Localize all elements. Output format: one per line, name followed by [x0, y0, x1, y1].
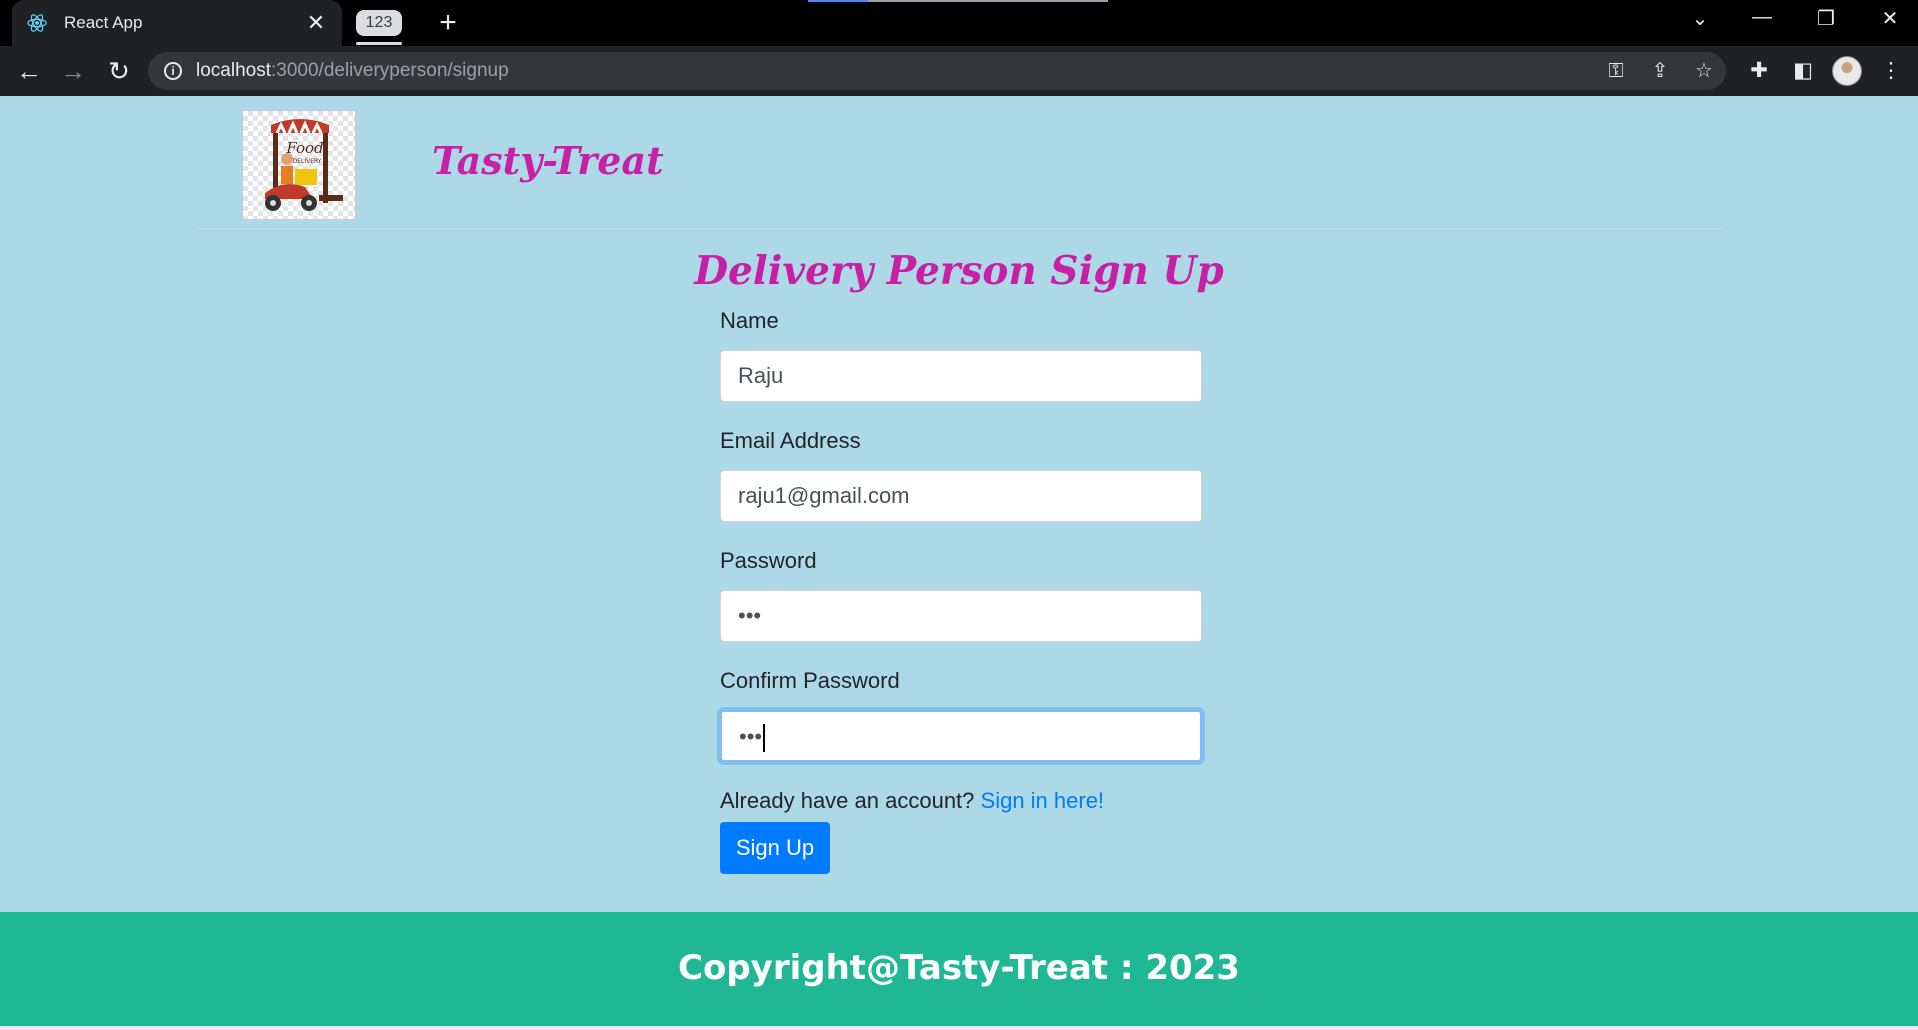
- back-arrow-icon[interactable]: ←: [14, 57, 44, 87]
- signin-link[interactable]: Sign in here!: [981, 788, 1105, 813]
- password-input[interactable]: •••: [720, 590, 1202, 642]
- signup-button[interactable]: Sign Up: [720, 822, 830, 874]
- site-navbar: Food DELIVERY Tasty-Treat: [196, 96, 1724, 230]
- share-icon[interactable]: ⇪: [1648, 60, 1672, 84]
- signup-form: Name Raju Email Address raju1@gmail.com …: [720, 308, 1202, 874]
- password-label: Password: [720, 548, 817, 573]
- site-footer: Copyright@Tasty-Treat : 2023: [0, 912, 1918, 1026]
- new-tab-icon[interactable]: +: [432, 6, 464, 40]
- name-input[interactable]: Raju: [720, 350, 1202, 402]
- signin-prompt: Already have an account? Sign in here!: [720, 788, 1202, 814]
- side-panel-icon[interactable]: ◧: [1790, 59, 1816, 85]
- page-title: Delivery Person Sign Up: [694, 248, 1224, 294]
- tab-group-underline: [356, 42, 402, 45]
- url-path: :3000/deliveryperson/signup: [271, 60, 509, 81]
- reload-icon[interactable]: ↻: [104, 57, 134, 87]
- forward-arrow-icon[interactable]: →: [58, 57, 88, 87]
- close-window-icon[interactable]: ✕: [1870, 6, 1910, 31]
- tab-search-chevron-icon[interactable]: ⌄: [1680, 6, 1720, 31]
- site-logo[interactable]: Food DELIVERY: [242, 110, 356, 220]
- url-host: localhost: [196, 60, 271, 81]
- text-caret: [763, 724, 766, 753]
- bookmark-star-icon[interactable]: ☆: [1692, 60, 1716, 84]
- copyright-text: Copyright@Tasty-Treat : 2023: [678, 948, 1240, 988]
- browser-tab-active[interactable]: React App ✕: [12, 0, 342, 46]
- site-info-icon[interactable]: i: [164, 62, 182, 80]
- confirm-password-label: Confirm Password: [720, 668, 900, 693]
- confirm-password-input[interactable]: •••: [720, 710, 1202, 762]
- logo-text-food: Food: [285, 139, 323, 157]
- email-label: Email Address: [720, 428, 861, 453]
- profile-avatar[interactable]: [1832, 56, 1862, 86]
- url-text[interactable]: localhost:3000/deliveryperson/signup: [196, 60, 509, 82]
- page-content: Food DELIVERY Tasty-Treat Delivery Perso…: [0, 96, 1918, 1030]
- food-delivery-logo-image: Food DELIVERY: [265, 119, 343, 211]
- window-drag-indicator-accent: [808, 0, 868, 2]
- menu-kebab-icon[interactable]: ⋮: [1878, 59, 1904, 85]
- logo-text-delivery: DELIVERY: [293, 158, 322, 165]
- key-icon[interactable]: ⚿: [1604, 60, 1628, 84]
- browser-tabstrip: React App ✕ 123 + ⌄ — ❐ ✕: [0, 0, 1918, 46]
- restore-icon[interactable]: ❐: [1806, 6, 1846, 31]
- confirm-password-value: •••: [739, 724, 763, 749]
- brand-title[interactable]: Tasty-Treat: [432, 138, 664, 183]
- tab-title: React App: [64, 13, 143, 32]
- tab-group-chip[interactable]: 123: [356, 10, 402, 36]
- name-label: Name: [720, 308, 779, 333]
- page-bottom-strip: [0, 1026, 1918, 1030]
- close-tab-icon[interactable]: ✕: [304, 10, 328, 36]
- minimize-icon[interactable]: —: [1742, 6, 1782, 29]
- signin-prompt-text: Already have an account?: [720, 788, 981, 813]
- email-input[interactable]: raju1@gmail.com: [720, 470, 1202, 522]
- address-bar[interactable]: i localhost:3000/deliveryperson/signup ⚿…: [148, 52, 1726, 90]
- react-icon: [27, 14, 47, 32]
- extensions-puzzle-icon[interactable]: ✚: [1746, 59, 1772, 85]
- browser-toolbar: ← → ↻ i localhost:3000/deliveryperson/si…: [0, 46, 1918, 96]
